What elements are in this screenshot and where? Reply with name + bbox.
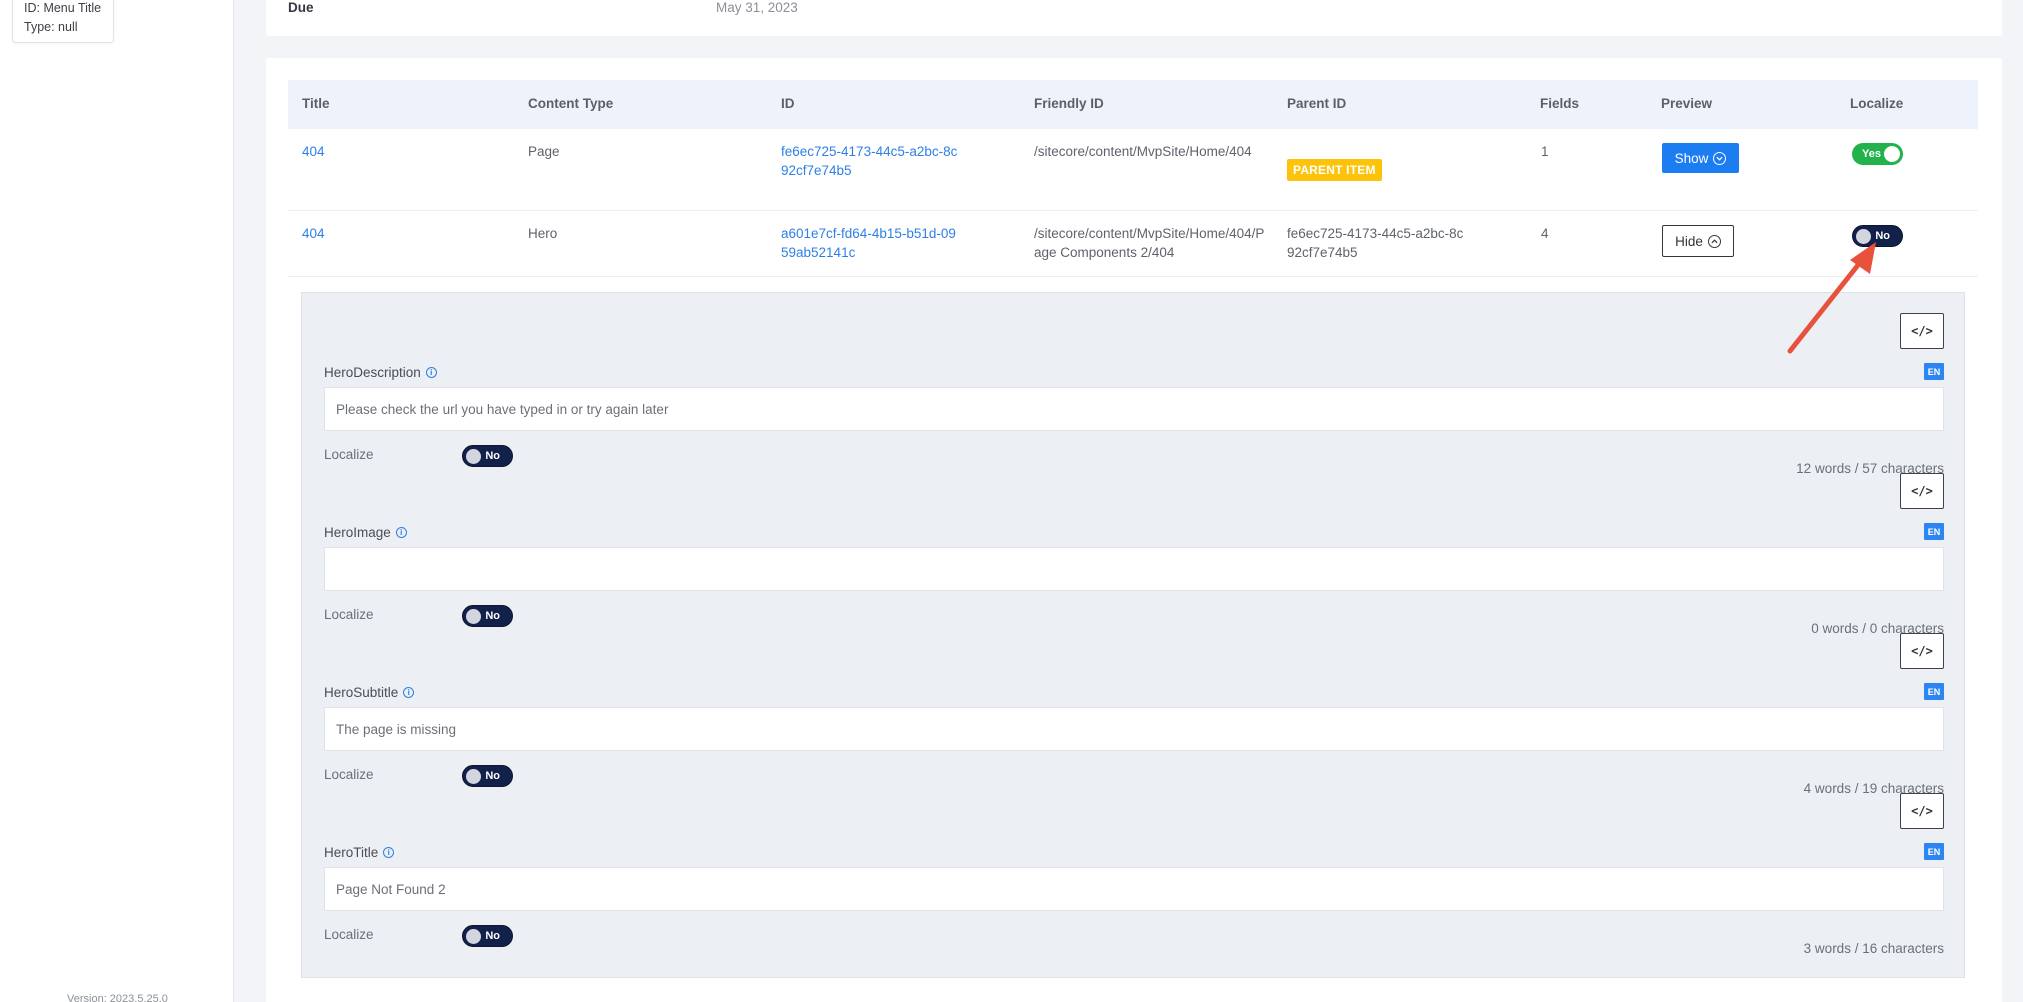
- toggle-knob: [466, 928, 481, 944]
- field-value-input[interactable]: Please check the url you have typed in o…: [324, 387, 1944, 431]
- language-badge: EN: [1924, 843, 1944, 860]
- annotation-arrow-icon: [1787, 242, 1876, 354]
- column-header-title: Title: [302, 96, 330, 111]
- localize-label: Localize: [324, 607, 374, 622]
- language-badge: EN: [1924, 683, 1944, 700]
- toggle-knob: [466, 768, 481, 784]
- row-title-link[interactable]: 404: [302, 142, 325, 161]
- code-view-button[interactable]: </>: [1900, 313, 1944, 349]
- localize-label: Localize: [324, 927, 374, 942]
- toggle-label: No: [485, 610, 500, 622]
- field-localize-toggle[interactable]: No: [462, 925, 513, 947]
- column-header-parent-id: Parent ID: [1287, 96, 1347, 111]
- field-label: HeroSubtitle i: [324, 685, 415, 700]
- code-view-button[interactable]: </>: [1900, 793, 1944, 829]
- row-friendly-id: /sitecore/content/MvpSite/Home/404: [1034, 144, 1252, 159]
- row-friendly-id: /sitecore/content/MvpSite/Home/404/Page …: [1034, 226, 1265, 260]
- field-value-input[interactable]: The page is missing: [324, 707, 1944, 751]
- info-icon[interactable]: i: [403, 687, 415, 698]
- row-id-link[interactable]: a601e7cf-fd64-4b15-b51d-0959ab52141c: [781, 224, 961, 262]
- toggle-label: No: [485, 450, 500, 462]
- row-title-link[interactable]: 404: [302, 224, 325, 243]
- show-button-label: Show: [1674, 150, 1709, 166]
- column-header-content-type: Content Type: [528, 96, 614, 111]
- localize-label: Localize: [324, 767, 374, 782]
- toggle-knob: [1884, 146, 1900, 162]
- tooltip: ID: Menu Title Type: null: [12, 0, 114, 43]
- table-header: Title Content Type ID Friendly ID Parent…: [288, 80, 1978, 129]
- field-label: HeroImage i: [324, 525, 407, 540]
- field-value-input[interactable]: Page Not Found 2: [324, 867, 1944, 911]
- toggle-knob: [466, 608, 481, 624]
- field-label: HeroTitle i: [324, 845, 395, 860]
- fields-panel: </> HeroDescription i EN Please check th…: [301, 292, 1965, 978]
- table-row: 404 Hero a601e7cf-fd64-4b15-b51d-0959ab5…: [288, 211, 1978, 277]
- field-name: HeroImage: [324, 525, 391, 540]
- code-view-button[interactable]: </>: [1900, 633, 1944, 669]
- field-localize-toggle[interactable]: No: [462, 765, 513, 787]
- field-label: HeroDescription i: [324, 365, 437, 380]
- toggle-label: Yes: [1862, 148, 1881, 160]
- items-card: Title Content Type ID Friendly ID Parent…: [266, 58, 2002, 1002]
- column-header-id: ID: [781, 96, 795, 111]
- toggle-label: No: [485, 930, 500, 942]
- info-icon[interactable]: i: [383, 847, 395, 858]
- field-hero-description: </> HeroDescription i EN Please check th…: [302, 313, 1966, 476]
- row-content-type: Page: [528, 144, 560, 159]
- column-header-fields: Fields: [1540, 96, 1580, 111]
- show-preview-button[interactable]: Show: [1662, 143, 1739, 173]
- table-row: 404 Page fe6ec725-4173-44c5-a2bc-8c92cf7…: [288, 129, 1978, 211]
- localize-label: Localize: [324, 447, 374, 462]
- hide-preview-button[interactable]: Hide: [1662, 225, 1734, 257]
- field-localize-toggle[interactable]: No: [462, 445, 513, 467]
- language-badge: EN: [1924, 523, 1944, 540]
- chevron-up-circle-icon: [1707, 234, 1721, 248]
- row-fields-count: 1: [1541, 144, 1549, 159]
- tooltip-line-type: Type: null: [24, 20, 78, 34]
- column-header-friendly-id: Friendly ID: [1034, 96, 1104, 111]
- field-name: HeroDescription: [324, 365, 421, 380]
- details-card: Due May 31, 2023: [266, 0, 2002, 36]
- localize-toggle[interactable]: Yes: [1852, 143, 1903, 165]
- column-header-preview: Preview: [1661, 96, 1713, 111]
- parent-item-badge: PARENT ITEM: [1287, 159, 1382, 181]
- due-value: May 31, 2023: [716, 0, 798, 15]
- row-parent-id: fe6ec725-4173-44c5-a2bc-8c92cf7e74b5: [1287, 226, 1464, 260]
- field-hero-image: </> HeroImage i EN Localize No 0 words /…: [302, 473, 1966, 636]
- tooltip-line-id: ID: Menu Title: [24, 1, 102, 15]
- field-value-input[interactable]: [324, 547, 1944, 591]
- field-hero-subtitle: </> HeroSubtitle i EN The page is missin…: [302, 633, 1966, 796]
- field-name: HeroSubtitle: [324, 685, 399, 700]
- info-icon[interactable]: i: [425, 367, 437, 378]
- hide-button-label: Hide: [1675, 233, 1703, 249]
- language-badge: EN: [1924, 363, 1944, 380]
- field-name: HeroTitle: [324, 845, 379, 860]
- column-header-localize: Localize: [1850, 96, 1904, 111]
- row-fields-count: 4: [1541, 226, 1549, 241]
- chevron-down-circle-icon: [1713, 151, 1727, 165]
- info-icon[interactable]: i: [395, 527, 407, 538]
- row-id-link[interactable]: fe6ec725-4173-44c5-a2bc-8c92cf7e74b5: [781, 142, 961, 180]
- field-localize-toggle[interactable]: No: [462, 605, 513, 627]
- version-text: Version: 2023.5.25.0: [67, 993, 168, 1002]
- field-hero-title: </> HeroTitle i EN Page Not Found 2 Loca…: [302, 793, 1966, 956]
- due-label: Due: [288, 0, 314, 15]
- toggle-knob: [466, 448, 481, 464]
- code-view-button[interactable]: </>: [1900, 473, 1944, 509]
- word-char-counter: 3 words / 16 characters: [1803, 941, 1944, 956]
- row-content-type: Hero: [528, 226, 558, 241]
- toggle-label: No: [485, 770, 500, 782]
- sidebar: ID: Menu Title Type: null Version: 2023.…: [0, 0, 234, 1002]
